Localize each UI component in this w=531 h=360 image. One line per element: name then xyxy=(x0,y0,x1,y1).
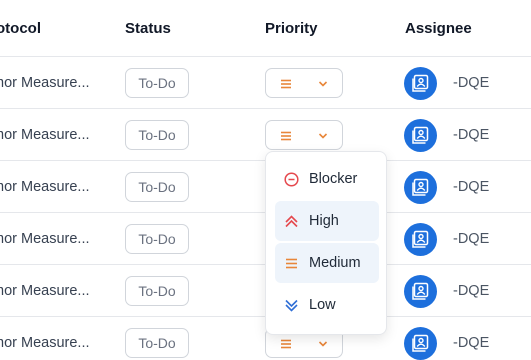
assignee-name: -DQE xyxy=(453,179,490,195)
avatar[interactable] xyxy=(404,327,437,360)
assignee-name: -DQE xyxy=(453,75,490,91)
protocol-cell[interactable]: mor Measure... xyxy=(0,179,90,195)
table-header: otocol Status Priority Assignee xyxy=(0,0,531,57)
protocol-cell[interactable]: mor Measure... xyxy=(0,231,90,247)
user-icon xyxy=(412,178,429,196)
priority-select[interactable] xyxy=(265,120,343,150)
priority-option-label: High xyxy=(309,213,339,229)
protocol-cell[interactable]: mor Measure... xyxy=(0,75,90,91)
table-row[interactable]: mor Measure... To-Do -DQE xyxy=(0,57,531,109)
priority-option-label: Medium xyxy=(309,255,361,271)
status-badge[interactable]: To-Do xyxy=(125,68,189,98)
avatar[interactable] xyxy=(404,67,437,100)
high-priority-icon xyxy=(285,215,298,228)
protocol-cell[interactable]: mor Measure... xyxy=(0,335,90,351)
avatar[interactable] xyxy=(404,223,437,256)
priority-option-label: Low xyxy=(309,297,336,313)
user-icon xyxy=(412,334,429,352)
priority-option-high[interactable]: High xyxy=(275,201,379,241)
priority-option-medium[interactable]: Medium xyxy=(275,243,379,283)
table-row[interactable]: mor Measure... To-Do -DQE xyxy=(0,109,531,161)
protocol-cell[interactable]: mor Measure... xyxy=(0,283,90,299)
column-header-priority[interactable]: Priority xyxy=(265,20,318,37)
assignee-name: -DQE xyxy=(453,231,490,247)
status-badge[interactable]: To-Do xyxy=(125,224,189,254)
status-badge[interactable]: To-Do xyxy=(125,276,189,306)
low-priority-icon xyxy=(285,299,298,312)
avatar[interactable] xyxy=(404,275,437,308)
chevron-down-icon xyxy=(318,341,328,347)
user-icon xyxy=(412,282,429,300)
medium-priority-icon xyxy=(281,339,291,349)
priority-select[interactable] xyxy=(265,68,343,98)
status-badge[interactable]: To-Do xyxy=(125,328,189,358)
avatar[interactable] xyxy=(404,171,437,204)
user-icon xyxy=(412,230,429,248)
user-icon xyxy=(412,74,429,92)
medium-priority-icon xyxy=(281,131,291,141)
chevron-down-icon xyxy=(318,133,328,139)
user-icon xyxy=(412,126,429,144)
assignee-name: -DQE xyxy=(453,127,490,143)
chevron-down-icon xyxy=(318,81,328,87)
priority-dropdown: Blocker High Medium Low xyxy=(265,151,387,335)
status-badge[interactable]: To-Do xyxy=(125,120,189,150)
assignee-name: -DQE xyxy=(453,335,490,351)
protocol-cell[interactable]: mor Measure... xyxy=(0,127,90,143)
assignee-name: -DQE xyxy=(453,283,490,299)
column-header-protocol[interactable]: otocol xyxy=(0,20,41,37)
priority-option-low[interactable]: Low xyxy=(275,285,379,325)
column-header-status[interactable]: Status xyxy=(125,20,171,37)
medium-priority-icon xyxy=(286,258,297,269)
priority-option-label: Blocker xyxy=(309,171,358,187)
avatar[interactable] xyxy=(404,119,437,152)
column-header-assignee[interactable]: Assignee xyxy=(405,20,472,37)
blocker-icon xyxy=(284,172,299,187)
medium-priority-icon xyxy=(281,79,291,89)
status-badge[interactable]: To-Do xyxy=(125,172,189,202)
priority-option-blocker[interactable]: Blocker xyxy=(275,159,379,199)
